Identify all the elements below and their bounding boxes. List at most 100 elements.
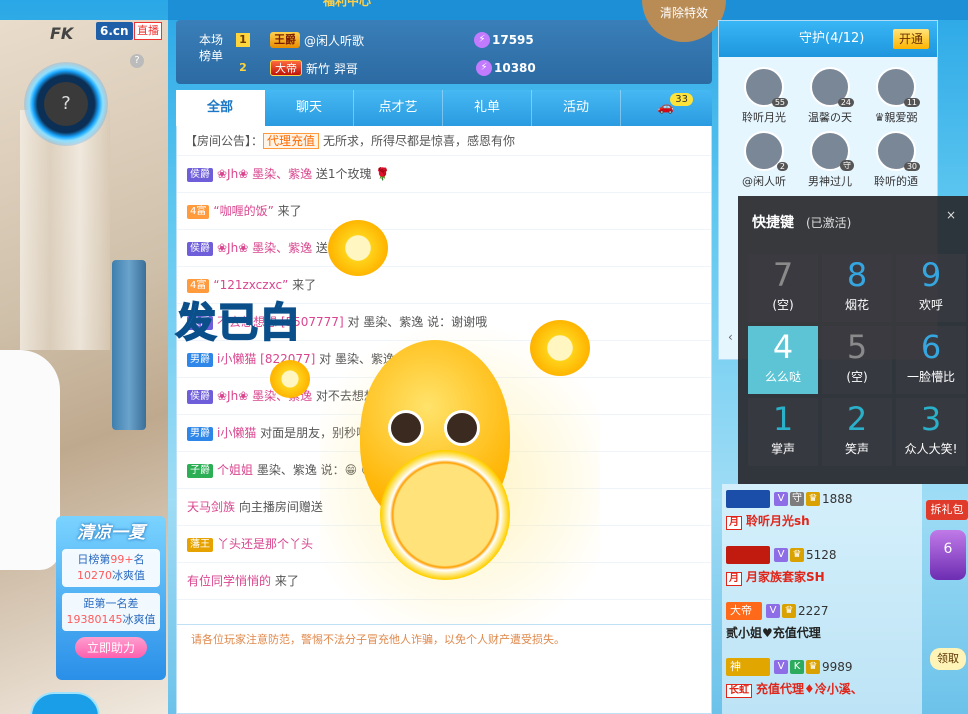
message-text: 来了: [277, 204, 302, 218]
user-level-badge: 侯爵: [187, 241, 213, 256]
welfare-center-link[interactable]: 福利中心: [323, 0, 371, 9]
guard-member-name: 聆听的迺: [874, 175, 918, 188]
shortcut-key-label: (空): [846, 370, 868, 384]
family-tag: 月: [726, 572, 742, 586]
message-nick[interactable]: “咖喱的饭”: [213, 204, 273, 218]
guard-level-tag: 2: [776, 162, 788, 171]
viewer-name: 聆听月光sh: [746, 514, 810, 528]
guard-level-tag: 55: [771, 98, 788, 107]
shortcut-key[interactable]: 4 么么哒: [748, 326, 818, 394]
promo-title: 清凉一夏: [77, 523, 145, 543]
open-guard-button[interactable]: 开通: [892, 29, 929, 49]
safety-notice: 请各位玩家注意防范，警惕不法分子冒充他人诈骗，以免个人财产遭受损失。: [176, 624, 712, 714]
message-text: 对 墨染、紫逸 说：谢谢哦: [347, 315, 488, 329]
host-avatar-placeholder-icon: ?: [44, 82, 88, 126]
tab-talent[interactable]: 点才艺: [354, 90, 443, 126]
session-rank-board: 本场榜单 1 王爵 @闲人听歌 ⚡ 17595 2 大帝 新竹 羿哥 ⚡ 10380: [176, 20, 712, 84]
promo-rank-prefix: 日榜第: [77, 553, 111, 566]
message-nick[interactable]: i小懒猫 [822077]: [217, 352, 315, 366]
host-avatar-frame[interactable]: ?: [24, 62, 108, 146]
viewer-score: 5128: [806, 548, 837, 562]
tab-cars[interactable]: 🚗 33: [621, 90, 711, 126]
shortcut-key[interactable]: 5 (空): [822, 326, 892, 394]
shortcut-key-label: 么么哒: [764, 370, 801, 384]
promo-score-value: 10270: [77, 569, 112, 582]
diamond-icon: ⚡: [474, 32, 490, 48]
tab-chat[interactable]: 聊天: [265, 90, 354, 126]
message-nick[interactable]: 丫头还是那个丫头: [217, 537, 313, 551]
tab-all[interactable]: 全部: [176, 90, 265, 126]
shortcut-key[interactable]: 2 笑声: [822, 398, 892, 466]
rank-badge: 大帝: [270, 60, 302, 76]
shortcut-key[interactable]: 1 掌声: [748, 398, 818, 466]
guard-member[interactable]: 守男神过儿: [799, 131, 861, 189]
rank-score: 10380: [494, 61, 536, 75]
guard-level-tag: 24: [837, 98, 854, 107]
shortcut-key-number: 4: [772, 328, 794, 366]
chat-message: 藩王 丫头还是那个丫头: [177, 526, 711, 563]
guard-member[interactable]: 30 聆听的迺: [865, 131, 927, 189]
shortcut-key-label: (空): [772, 298, 794, 312]
promo-score-unit: 冰爽值: [112, 569, 145, 582]
viewer-rank-item[interactable]: V 守 ♛ 1888 月聆听月光sh: [722, 484, 922, 540]
top-bar: 福利中心: [168, 0, 968, 20]
message-nick[interactable]: ❀Jh❀ 墨染、紫逸: [217, 241, 312, 255]
right-side-widgets: 拆礼包 6 领取: [926, 470, 968, 714]
promo-gap: 距第一名差 19380145冰爽值: [62, 593, 160, 631]
shortcut-key[interactable]: 7 (空): [748, 254, 818, 322]
rank-user-name: 新竹 羿哥: [306, 61, 358, 76]
avatar: 11: [876, 67, 920, 107]
guard-member[interactable]: 2 @闲人听: [733, 131, 795, 189]
promo-rank-suffix: 名: [133, 553, 145, 566]
tab-gifts[interactable]: 礼单: [443, 90, 532, 126]
shortcut-key[interactable]: 8 烟花: [822, 254, 892, 322]
message-nick[interactable]: 有位同学悄悄的: [187, 574, 271, 588]
message-text: 对面是朋友，别秒啊👌: [260, 426, 384, 440]
claim-button[interactable]: 领取: [930, 648, 966, 670]
room-announcement: 【房间公告】： 代理充值 无所求，所得尽都是惊喜，感恩有你: [177, 126, 711, 156]
shortcut-keys: 7 (空) 8 烟花 9 欢呼 4 么么哒 5 (空) 6 一脸懵比 1 掌声 2 笑声 3 众人大笑!: [738, 248, 968, 472]
rank-board-label[interactable]: 本场榜单: [194, 32, 228, 64]
shortcut-key[interactable]: 3 众人大笑!: [896, 398, 966, 466]
message-nick[interactable]: ❀Jh❀ 墨染、紫逸: [217, 167, 312, 181]
message-nick[interactable]: 个姐姐: [217, 463, 253, 477]
chat-tabs: 全部 聊天 点才艺 礼单 活动 🚗 33: [176, 90, 712, 126]
user-level-badge: 子爵: [187, 463, 213, 478]
collapse-arrow-icon[interactable]: ‹: [728, 330, 733, 344]
boost-button[interactable]: 立即助力: [74, 637, 147, 658]
help-icon[interactable]: ?: [130, 54, 144, 68]
rank-row[interactable]: 1 王爵 @闲人听歌 ⚡ 17595: [236, 29, 534, 51]
crown-icon: ♛: [782, 604, 796, 618]
message-nick[interactable]: ❀Jh❀ 墨染、紫逸: [217, 389, 312, 403]
viewer-rank-item[interactable]: V ♛ 5128 月月家族套家SH: [722, 540, 922, 596]
shortcut-title: 快捷键: [752, 215, 794, 231]
viewer-score: 9989: [822, 660, 853, 674]
bottom-badge-icon[interactable]: [30, 692, 100, 714]
viewer-rank-item[interactable]: 神 V K ♛ 9989 长虹 充值代理♦冷小溪、: [722, 652, 922, 708]
user-tag-icon: V: [774, 660, 788, 674]
live-badge: 直播: [134, 22, 162, 40]
shortcut-key-number: 8: [846, 256, 868, 294]
agent-recharge-tag[interactable]: 代理充值: [263, 133, 320, 149]
viewer-level-badge: [726, 490, 770, 508]
background-scarf: [112, 260, 146, 430]
guard-header: 守护(4/12) 开通: [719, 21, 937, 57]
tab-activity[interactable]: 活动: [532, 90, 621, 126]
close-icon[interactable]: ×: [946, 208, 956, 222]
message-nick[interactable]: i小懒猫: [217, 426, 256, 440]
guard-member[interactable]: 11 ♛親爱弼: [865, 67, 927, 125]
family-tag: 长虹: [726, 684, 752, 698]
message-nick[interactable]: 天马剑族: [187, 500, 235, 514]
shortcut-key[interactable]: 6 一脸懵比: [896, 326, 966, 394]
viewer-level-badge: 神: [726, 658, 770, 676]
viewer-name: 充值代理♦冷小溪、: [756, 682, 863, 696]
shortcut-key[interactable]: 9 欢呼: [896, 254, 966, 322]
level-badge-icon[interactable]: 6: [930, 530, 966, 580]
rank-row[interactable]: 2 大帝 新竹 羿哥 ⚡ 10380: [236, 57, 536, 79]
viewer-rank-item[interactable]: 大帝 V ♛ 2227 贰小姐♥充值代理: [722, 596, 922, 652]
viewer-name: 贰小姐♥充值代理: [726, 626, 821, 640]
guard-member[interactable]: 24 温馨の天: [799, 67, 861, 125]
chat-feed[interactable]: 【房间公告】： 代理充值 无所求，所得尽都是惊喜，感恩有你 侯爵 ❀Jh❀ 墨染、紫逸…: [176, 126, 712, 624]
guard-member[interactable]: 55 聆听月光: [733, 67, 795, 125]
gift-pack-button[interactable]: 拆礼包: [926, 500, 968, 520]
